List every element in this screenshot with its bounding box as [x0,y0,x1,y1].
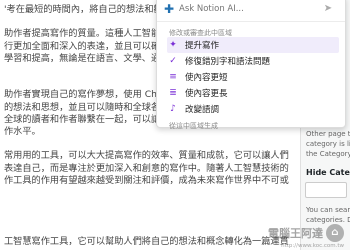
watermark: 電腦王阿達 ⌂ [268,224,344,242]
send-icon[interactable]: ➤ [322,3,334,15]
ai-menu-item-label: 改變語調 [185,105,220,115]
check-icon: ✓ [169,56,177,66]
paragraph-line: 學習和提高，無論是在語言、文學、通識還 [4,52,179,64]
lengthen-icon: ≣ [169,88,177,98]
paragraph-line: 助作者提高寫作的質量。這種人工智能工具 [4,28,179,40]
ai-menu-item[interactable]: ≡ 使內容更短 [167,69,339,85]
paragraph-line: 工智慧寫作工具，它可以幫助人們將自己的想法和概念轉化為一篇連貫 [4,235,289,247]
generate-section-label: 從這中區域生成 [169,122,218,130]
ai-menu-item[interactable]: ♪ 改變語調 [167,101,339,117]
ai-menu-item[interactable]: ✦ 提升寫作 [167,37,339,53]
ai-menu-item-label: 提升寫作 [185,41,220,51]
watermark-text: 電腦王阿達 [268,227,323,240]
ai-prompt-bar: ✚ ➤ [157,0,345,22]
paragraph-line: '考在最短的時間內，將自己的想法和觀點轉 [4,4,182,15]
sidebar-text: Other page th [306,130,350,138]
ai-menu-item[interactable]: ≣ 使內容更長 [167,85,339,101]
ai-menu-item-label: 使內容更長 [185,89,228,99]
sidebar-text: category is lis [306,140,350,148]
hide-category-select[interactable] [305,182,347,198]
ai-prompt-input[interactable] [179,3,309,15]
watermark-logo-icon: ⌂ [326,224,344,242]
paragraph-line: 作工具的作用有望越來越受到關注和評價，成為未來寫作世界中不可或 [4,174,289,186]
ai-menu-item[interactable]: ✓ 修復錯別字和語法問題 [167,53,339,69]
ai-menu-item-label: 修復錯別字和語法問題 [185,57,271,67]
ai-menu-item-label: 使內容更短 [185,73,228,83]
ai-assistant-popup: ✚ ➤ 修改或審查此中區域 ✦提升寫作✓修復錯別字和語法問題≡使內容更短≣使內容… [156,0,346,130]
sparkle-icon: ✚ [163,2,175,16]
paragraph-line: 的想法和思想，並且可以隨時和全球各地的 [4,101,179,113]
shorten-icon: ≡ [169,72,177,82]
wand-icon: ✦ [169,40,177,50]
sidebar-text: categories. Dis [306,216,350,224]
paragraph-line: 全球的讀者和作者聯繫在一起，可以讓作者 [4,113,179,125]
sidebar-text: Hide Categor [306,168,350,177]
paragraph-line: 表達自己，而是專注於更加深入和創意的寫作中。隨著人工智慧技術的 [4,162,289,174]
tone-icon: ♪ [170,104,176,114]
paragraph-line: 常用用的工具，可以大大提高寫作的效率、質量和成就，它可以讓人們 [4,150,289,162]
sidebar-text: You can search [306,206,350,214]
paragraph-line: 行更加全面和深入的表達，並且可以確保文 [4,40,179,52]
watermark-url: http://www.koc.com.tw [281,243,344,249]
paragraph-line: 作水平。 [4,126,41,137]
sidebar-text: the Category [306,150,350,158]
